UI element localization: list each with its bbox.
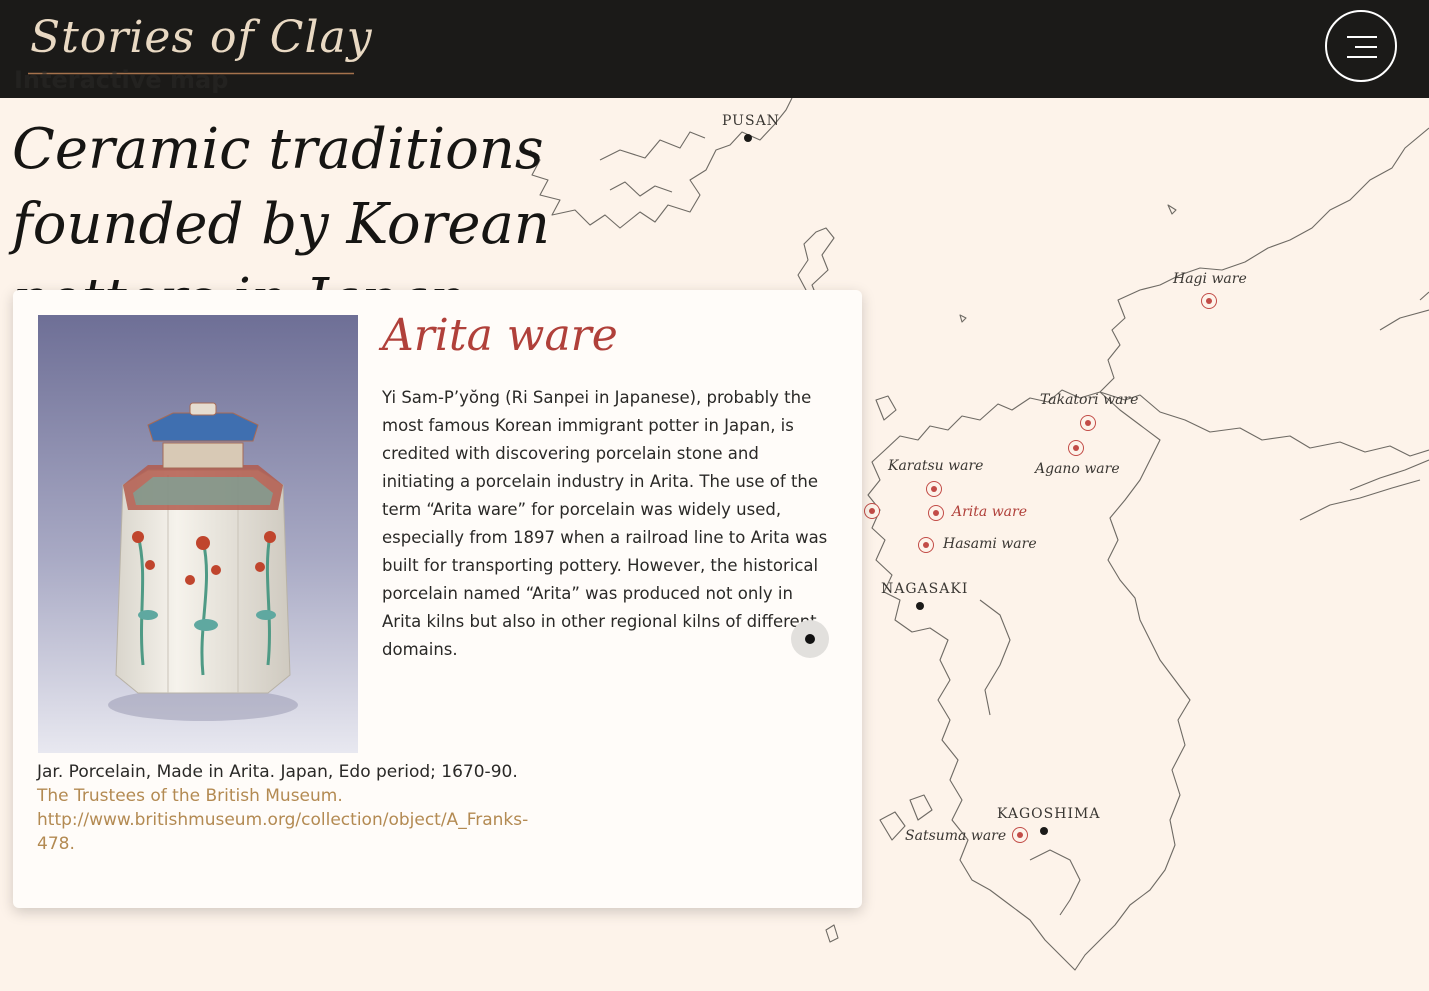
card-body: Yi Sam-P’yŏng (Ri Sanpei in Japanese), p… (382, 388, 828, 659)
photo-caption: Jar. Porcelain, Made in Arita. Japan, Ed… (37, 760, 537, 856)
ware-marker-agano[interactable] (1068, 440, 1084, 456)
hamburger-icon-bar (1347, 56, 1377, 58)
city-label-pusan: PUSAN (722, 113, 780, 129)
ware-marker-hasami[interactable] (918, 537, 934, 553)
ware-label-agano[interactable]: Agano ware (1035, 461, 1120, 477)
card-title: Arita ware (382, 310, 618, 361)
city-dot-pusan (744, 134, 752, 142)
city-dot-nagasaki (916, 602, 924, 610)
menu-button[interactable] (1325, 10, 1397, 82)
ware-label-hasami[interactable]: Hasami ware (943, 536, 1037, 552)
city-label-nagasaki: NAGASAKI (881, 581, 969, 597)
ware-marker-arita[interactable] (928, 505, 944, 521)
ware-label-takatori[interactable]: Takatori ware (1040, 392, 1138, 408)
honshu-coastline (1099, 127, 1429, 457)
ware-label-hagi[interactable]: Hagi ware (1173, 271, 1247, 287)
credit-link[interactable]: The Trustees of the British Museum. (37, 784, 537, 808)
city-label-kagoshima: KAGOSHIMA (997, 806, 1101, 822)
ware-label-satsuma[interactable]: Satsuma ware (905, 828, 1006, 844)
ware-marker-karatsu[interactable] (926, 481, 942, 497)
ware-marker-extra[interactable] (864, 503, 880, 519)
hamburger-icon-bar (1355, 46, 1377, 48)
source-url-link[interactable]: http://www.britishmuseum.org/collection/… (37, 808, 537, 856)
ware-label-karatsu[interactable]: Karatsu ware (888, 458, 983, 474)
ware-marker-satsuma[interactable] (1012, 827, 1028, 843)
site-logo[interactable]: Stories of Clay (30, 12, 373, 63)
ware-marker-hagi[interactable] (1201, 293, 1217, 309)
audio-dot-icon[interactable] (791, 620, 829, 658)
ware-info-card: Jar. Porcelain, Made in Arita. Japan, Ed… (13, 290, 862, 908)
hamburger-icon (1347, 36, 1377, 38)
kyushu-coastline (867, 389, 1191, 971)
section-kicker: Interactive map (14, 66, 229, 94)
city-dot-kagoshima (1040, 827, 1048, 835)
caption-text: Jar. Porcelain, Made in Arita. Japan, Ed… (37, 762, 518, 782)
ware-label-arita[interactable]: Arita ware (952, 504, 1027, 520)
ware-marker-takatori[interactable] (1080, 415, 1096, 431)
jar-photo (38, 315, 358, 753)
